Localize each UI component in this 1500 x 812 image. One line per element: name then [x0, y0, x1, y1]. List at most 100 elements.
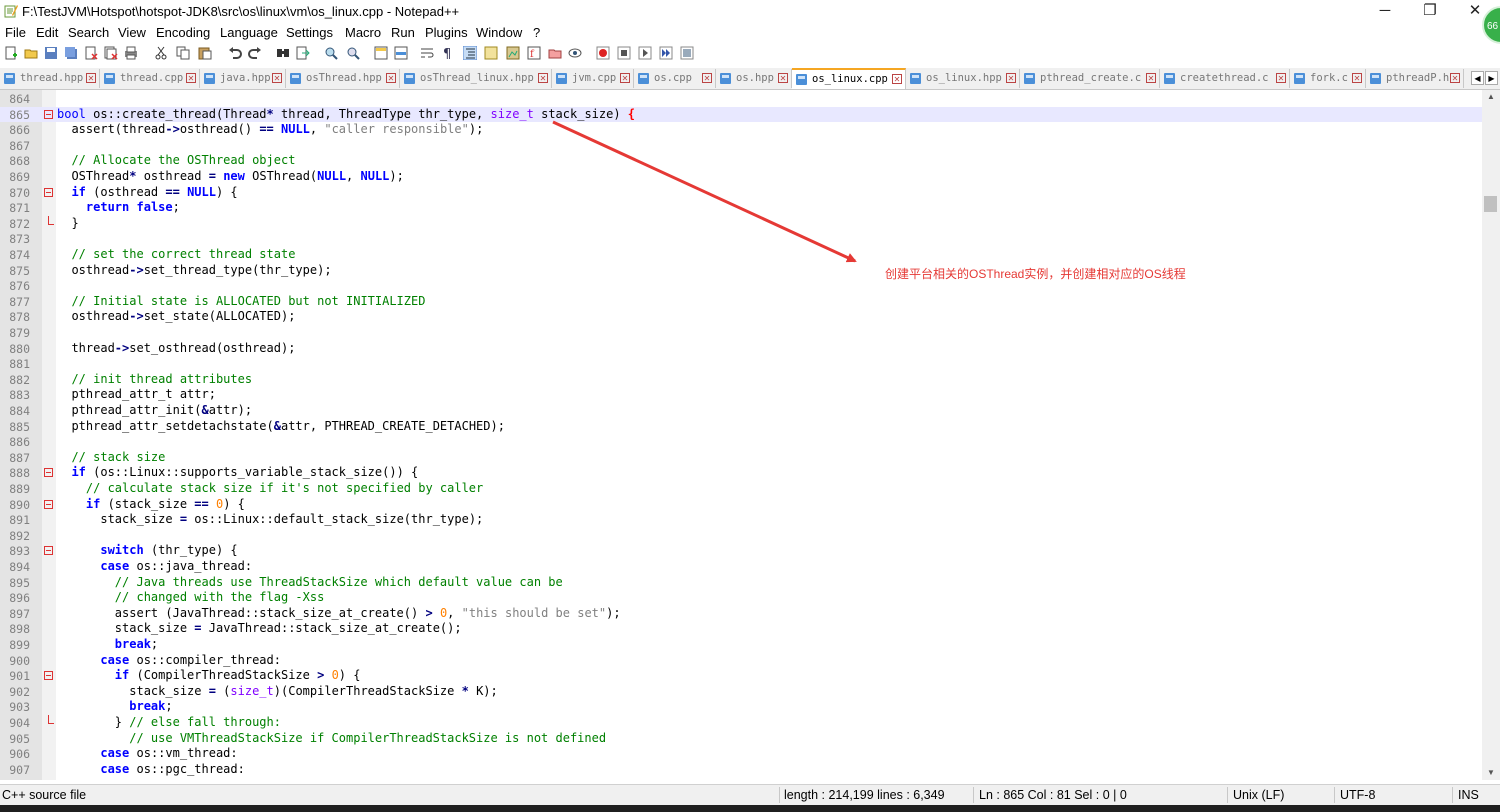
- code-line[interactable]: 890 if (stack_size == 0) {: [0, 497, 1482, 513]
- menu-view[interactable]: View: [118, 25, 146, 40]
- save-icon[interactable]: [44, 46, 58, 60]
- tab-os-linux-cpp[interactable]: os_linux.cpp ✕: [792, 68, 906, 89]
- tab-close-icon[interactable]: ✕: [86, 73, 96, 83]
- code-line[interactable]: 894 case os::java_thread:: [0, 559, 1482, 575]
- tab-close-icon[interactable]: ✕: [1352, 73, 1362, 83]
- record-macro-icon[interactable]: [596, 46, 610, 60]
- code-line[interactable]: 885 pthread_attr_setdetachstate(&attr, P…: [0, 419, 1482, 435]
- save-macro-icon[interactable]: [680, 46, 694, 60]
- code-line[interactable]: 906 case os::vm_thread:: [0, 746, 1482, 762]
- code-line[interactable]: 883 pthread_attr_t attr;: [0, 387, 1482, 403]
- run-macro-multiple-icon[interactable]: [659, 46, 673, 60]
- tab-close-icon[interactable]: ✕: [1146, 73, 1156, 83]
- tab-fork-c[interactable]: fork.c ✕: [1290, 69, 1366, 88]
- code-line[interactable]: 882 // init thread attributes: [0, 372, 1482, 388]
- code-line[interactable]: 871 return false;: [0, 200, 1482, 216]
- word-wrap-icon[interactable]: [420, 46, 434, 60]
- code-line[interactable]: 881: [0, 356, 1482, 372]
- stop-macro-icon[interactable]: [617, 46, 631, 60]
- tab-close-icon[interactable]: ✕: [386, 73, 396, 83]
- tab-os-hpp[interactable]: os.hpp ✕: [716, 69, 792, 88]
- code-line[interactable]: 868 // Allocate the OSThread object: [0, 153, 1482, 169]
- find-icon[interactable]: [276, 46, 290, 60]
- code-line[interactable]: 898 stack_size = JavaThread::stack_size_…: [0, 621, 1482, 637]
- code-line[interactable]: 874 // set the correct thread state: [0, 247, 1482, 263]
- tab-close-icon[interactable]: ✕: [272, 73, 282, 83]
- tab-close-icon[interactable]: ✕: [1450, 73, 1460, 83]
- code-line[interactable]: 899 break;: [0, 637, 1482, 653]
- code-editor[interactable]: 864 865 bool os::create_thread(Thread* thr…: [0, 90, 1482, 780]
- minimize-button[interactable]: ─: [1362, 0, 1408, 22]
- code-line[interactable]: 877 // Initial state is ALLOCATED but no…: [0, 294, 1482, 310]
- code-line[interactable]: 889 // calculate stack size if it's not …: [0, 481, 1482, 497]
- tab-close-icon[interactable]: ✕: [778, 73, 788, 83]
- close-all-icon[interactable]: [104, 46, 118, 60]
- code-line[interactable]: 875 osthread->set_thread_type(thr_type);: [0, 263, 1482, 279]
- menu-file[interactable]: File: [5, 25, 26, 40]
- code-line[interactable]: 897 assert (JavaThread::stack_size_at_cr…: [0, 606, 1482, 622]
- fold-toggle-icon[interactable]: [44, 499, 53, 509]
- menu-search[interactable]: Search: [68, 25, 109, 40]
- monitor-icon[interactable]: [568, 46, 582, 60]
- show-all-chars-icon[interactable]: ¶: [440, 46, 454, 60]
- tab-close-icon[interactable]: ✕: [538, 73, 548, 83]
- tab-close-icon[interactable]: ✕: [1006, 73, 1016, 83]
- tab-pthread-create-c[interactable]: pthread_create.c ✕: [1020, 69, 1160, 88]
- code-line[interactable]: 869 OSThread* osthread = new OSThread(NU…: [0, 169, 1482, 185]
- tab-osthread-linux-hpp[interactable]: osThread_linux.hpp ✕: [400, 69, 552, 88]
- paste-icon[interactable]: [198, 46, 212, 60]
- tab-createthread-c[interactable]: createthread.c ✕: [1160, 69, 1290, 88]
- user-lang-icon[interactable]: [484, 46, 498, 60]
- close-file-icon[interactable]: [84, 46, 98, 60]
- code-line[interactable]: 864: [0, 91, 1482, 107]
- code-line[interactable]: 884 pthread_attr_init(&attr);: [0, 403, 1482, 419]
- code-line[interactable]: 891 stack_size = os::Linux::default_stac…: [0, 512, 1482, 528]
- indent-guide-icon[interactable]: [463, 46, 477, 60]
- menu-run[interactable]: Run: [391, 25, 415, 40]
- code-line[interactable]: 865 bool os::create_thread(Thread* thread…: [0, 106, 1482, 123]
- code-line[interactable]: 888 if (os::Linux::supports_variable_sta…: [0, 465, 1482, 481]
- menu-edit[interactable]: Edit: [36, 25, 58, 40]
- zoom-in-icon[interactable]: [324, 46, 338, 60]
- tab-os-linux-hpp[interactable]: os_linux.hpp ✕: [906, 69, 1020, 88]
- doc-map-icon[interactable]: [506, 46, 520, 60]
- tab-osthread-hpp[interactable]: osThread.hpp ✕: [286, 69, 400, 88]
- scroll-down-arrow[interactable]: ▼: [1482, 766, 1500, 780]
- undo-icon[interactable]: [228, 46, 242, 60]
- save-all-icon[interactable]: [64, 46, 78, 60]
- code-line[interactable]: 903 break;: [0, 699, 1482, 715]
- zoom-out-icon[interactable]: [346, 46, 360, 60]
- fold-toggle-icon[interactable]: [44, 187, 53, 197]
- code-line[interactable]: 867: [0, 138, 1482, 154]
- fold-toggle-icon[interactable]: [44, 468, 53, 478]
- code-line[interactable]: 907 case os::pgc_thread:: [0, 762, 1482, 778]
- menu-window[interactable]: Window: [476, 25, 522, 40]
- scrollbar-thumb[interactable]: [1484, 196, 1497, 212]
- tab-java-hpp[interactable]: java.hpp ✕: [200, 69, 286, 88]
- redo-icon[interactable]: [248, 46, 262, 60]
- code-line[interactable]: 873: [0, 231, 1482, 247]
- folder-workspace-icon[interactable]: [548, 46, 562, 60]
- fold-toggle-icon[interactable]: [44, 546, 53, 556]
- code-line[interactable]: 887 // stack size: [0, 450, 1482, 466]
- menu-macro[interactable]: Macro: [345, 25, 381, 40]
- code-line[interactable]: 879: [0, 325, 1482, 341]
- copy-icon[interactable]: [176, 46, 190, 60]
- tab-close-icon[interactable]: ✕: [702, 73, 712, 83]
- tab-close-icon[interactable]: ✕: [620, 73, 630, 83]
- tab-pthreadp-h[interactable]: pthreadP.h ✕: [1366, 69, 1464, 88]
- code-line[interactable]: 902 stack_size = (size_t)(CompilerThread…: [0, 684, 1482, 700]
- function-list-icon[interactable]: f: [527, 46, 541, 60]
- code-line[interactable]: 872 }: [0, 215, 1482, 232]
- code-line[interactable]: 886: [0, 434, 1482, 450]
- tab-thread-cpp[interactable]: thread.cpp ✕: [100, 69, 200, 88]
- tab-close-icon[interactable]: ✕: [1276, 73, 1286, 83]
- code-line[interactable]: 870 if (osthread == NULL) {: [0, 185, 1482, 201]
- tab-thread-hpp[interactable]: thread.hpp ✕: [0, 69, 100, 88]
- fold-toggle-icon[interactable]: [44, 671, 53, 681]
- play-macro-icon[interactable]: [638, 46, 652, 60]
- tab-close-icon[interactable]: ✕: [892, 74, 902, 84]
- sync-vertical-icon[interactable]: [374, 46, 388, 60]
- code-line[interactable]: 893 switch (thr_type) {: [0, 543, 1482, 559]
- tab-close-icon[interactable]: ✕: [186, 73, 196, 83]
